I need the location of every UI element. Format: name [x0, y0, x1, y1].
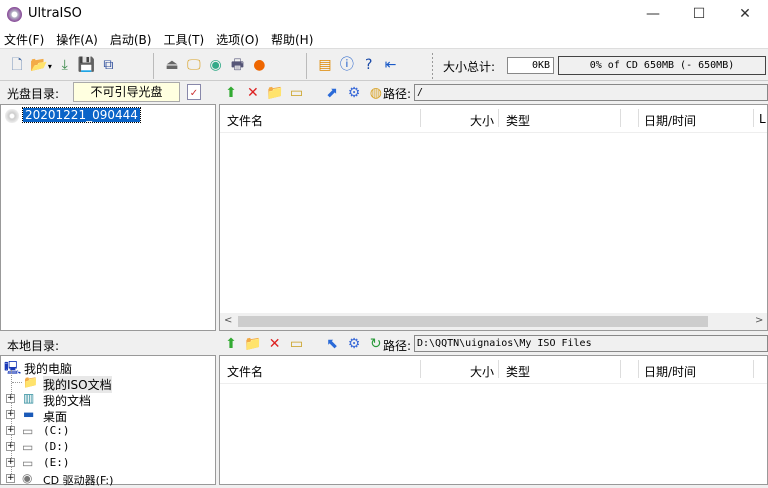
burn-icon[interactable]: ⏏ [163, 56, 181, 74]
app-icon [7, 7, 22, 22]
col-extra[interactable]: L [759, 112, 766, 126]
iso-docs-icon: 📁 [23, 375, 38, 389]
col-date[interactable]: 日期/时间 [644, 112, 696, 129]
extract-icon[interactable]: ⤓ [56, 56, 74, 74]
scroll-thumb[interactable] [238, 316, 708, 327]
capacity-bar: 0% of CD 650MB (- 650MB) [558, 56, 766, 75]
bootable-check-icon[interactable]: ✓ [187, 84, 201, 100]
close-button[interactable]: ✕ [722, 0, 768, 29]
computer-icon: 🖳 [4, 361, 22, 376]
open-icon[interactable]: 📂 [30, 56, 48, 74]
virtual-drive-icon[interactable]: ● [250, 56, 268, 74]
col-type[interactable]: 类型 [506, 363, 530, 380]
local-list-header: 文件名 大小 类型 日期/时间 [220, 356, 767, 384]
local-dir-label: 本地目录: [7, 339, 60, 353]
save-as-icon[interactable]: ⧉ [99, 56, 117, 74]
cd-drive-icon: ◉ [22, 471, 33, 485]
maximize-button[interactable]: ☐ [676, 0, 722, 29]
local-add-icon[interactable]: ⬉ [323, 335, 341, 353]
size-total-label: 大小总计: [443, 60, 496, 74]
menu-bar: 文件(F) 操作(A) 启动(B) 工具(T) 选项(O) 帮助(H) [0, 29, 768, 49]
col-date[interactable]: 日期/时间 [644, 363, 696, 380]
desktop-icon: ▬ [23, 407, 35, 421]
col-size[interactable]: 大小 [470, 112, 494, 129]
up-folder-icon[interactable]: ⬆ [222, 84, 240, 102]
drive-icon: ▭ [22, 456, 34, 470]
info-icon[interactable]: ⓘ [338, 56, 356, 74]
expand-icon[interactable]: + [6, 426, 15, 435]
col-name[interactable]: 文件名 [227, 363, 263, 380]
local-tree-panel: 🖳 我的电脑 📁 我的ISO文档 + ▥ 我的文档 + ▬ 桌面 + ▭ (C:… [0, 355, 216, 488]
menu-actions[interactable]: 操作(A) [50, 29, 104, 50]
save-icon[interactable]: 💾 [78, 56, 96, 74]
iso-root-item[interactable]: 20201221_090444 [22, 107, 141, 123]
drive-icon: ▭ [22, 440, 34, 454]
rename-icon[interactable]: ▭ [287, 84, 305, 102]
settings-icon[interactable]: ⚙ [345, 84, 363, 102]
boot-status[interactable]: 不可引导光盘 [73, 82, 180, 102]
expand-icon[interactable]: + [6, 410, 15, 419]
col-name[interactable]: 文件名 [227, 112, 263, 129]
menu-options[interactable]: 选项(O) [210, 29, 265, 50]
local-settings-icon[interactable]: ⚙ [345, 335, 363, 353]
open-dropdown-icon[interactable]: ▾ [48, 62, 52, 71]
exit-icon[interactable]: ⇤ [381, 56, 399, 74]
iso-file-list: 文件名 大小 类型 日期/时间 L < > [219, 104, 768, 331]
scroll-right-icon[interactable]: > [755, 315, 763, 326]
iso-path-label: 路径: [383, 87, 412, 101]
local-delete-icon[interactable]: ✕ [266, 335, 284, 353]
window-title: UltraISO [28, 6, 82, 21]
new-icon[interactable]: 🗋 [8, 56, 26, 74]
compress-icon[interactable]: ◉ [207, 56, 225, 74]
cd-icon [5, 109, 19, 123]
menu-tools[interactable]: 工具(T) [157, 29, 210, 50]
menu-file[interactable]: 文件(F) [0, 29, 50, 50]
local-path-label: 路径: [383, 339, 412, 353]
tree-item-drive-d[interactable]: (D:) [43, 440, 70, 453]
minimize-button[interactable]: — [630, 0, 676, 29]
horizontal-scrollbar[interactable]: < > [220, 313, 767, 330]
menu-help[interactable]: 帮助(H) [265, 29, 319, 50]
options-icon[interactable]: ▤ [316, 56, 334, 74]
iso-tree-panel: 20201221_090444 [0, 104, 216, 331]
drive-icon: ▭ [22, 424, 34, 438]
iso-path-input[interactable]: / [414, 84, 768, 101]
tree-item-my-documents[interactable]: 我的文档 [43, 392, 91, 409]
disc-dir-label: 光盘目录: [7, 87, 60, 101]
make-cd-image-icon[interactable]: 🖶 [228, 56, 246, 74]
mount-icon[interactable]: 🖵 [185, 56, 203, 74]
size-total-value: 0KB [507, 57, 554, 74]
add-files-icon[interactable]: ⬈ [323, 84, 341, 102]
tree-item-my-iso-docs[interactable]: 我的ISO文档 [43, 376, 112, 393]
scroll-left-icon[interactable]: < [224, 315, 232, 326]
col-type[interactable]: 类型 [506, 112, 530, 129]
local-up-folder-icon[interactable]: ⬆ [222, 335, 240, 353]
delete-icon[interactable]: ✕ [244, 84, 262, 102]
tree-item-drive-e[interactable]: (E:) [43, 456, 70, 469]
tree-item-drive-c[interactable]: (C:) [43, 424, 70, 437]
toolbar: 🗋 📂▾ ⤓ 💾 ⧉ ⏏ 🖵 ◉ 🖶 ● ▤ ⓘ ? ⇤ 大小总计: 0KB 0… [0, 50, 768, 81]
tree-item-desktop[interactable]: 桌面 [43, 408, 67, 425]
local-file-list: 文件名 大小 类型 日期/时间 [219, 355, 768, 485]
col-size[interactable]: 大小 [470, 363, 494, 380]
expand-icon[interactable]: + [6, 394, 15, 403]
documents-icon: ▥ [23, 391, 35, 405]
tree-item-cd-drive-f[interactable]: CD 驱动器(F:) [43, 472, 113, 488]
title-bar: UltraISO — ☐ ✕ [0, 0, 768, 29]
local-rename-icon[interactable]: ▭ [287, 335, 305, 353]
expand-icon[interactable]: + [6, 458, 15, 467]
local-path-input[interactable]: D:\QQTN\uignaios\My ISO Files [414, 335, 768, 352]
expand-icon[interactable]: + [6, 442, 15, 451]
help-icon[interactable]: ? [360, 56, 378, 74]
menu-boot[interactable]: 启动(B) [104, 29, 158, 50]
local-new-folder-icon[interactable]: 📁 [244, 335, 262, 353]
new-folder-icon[interactable]: 📁 [266, 84, 284, 102]
list-header: 文件名 大小 类型 日期/时间 L [220, 105, 767, 133]
